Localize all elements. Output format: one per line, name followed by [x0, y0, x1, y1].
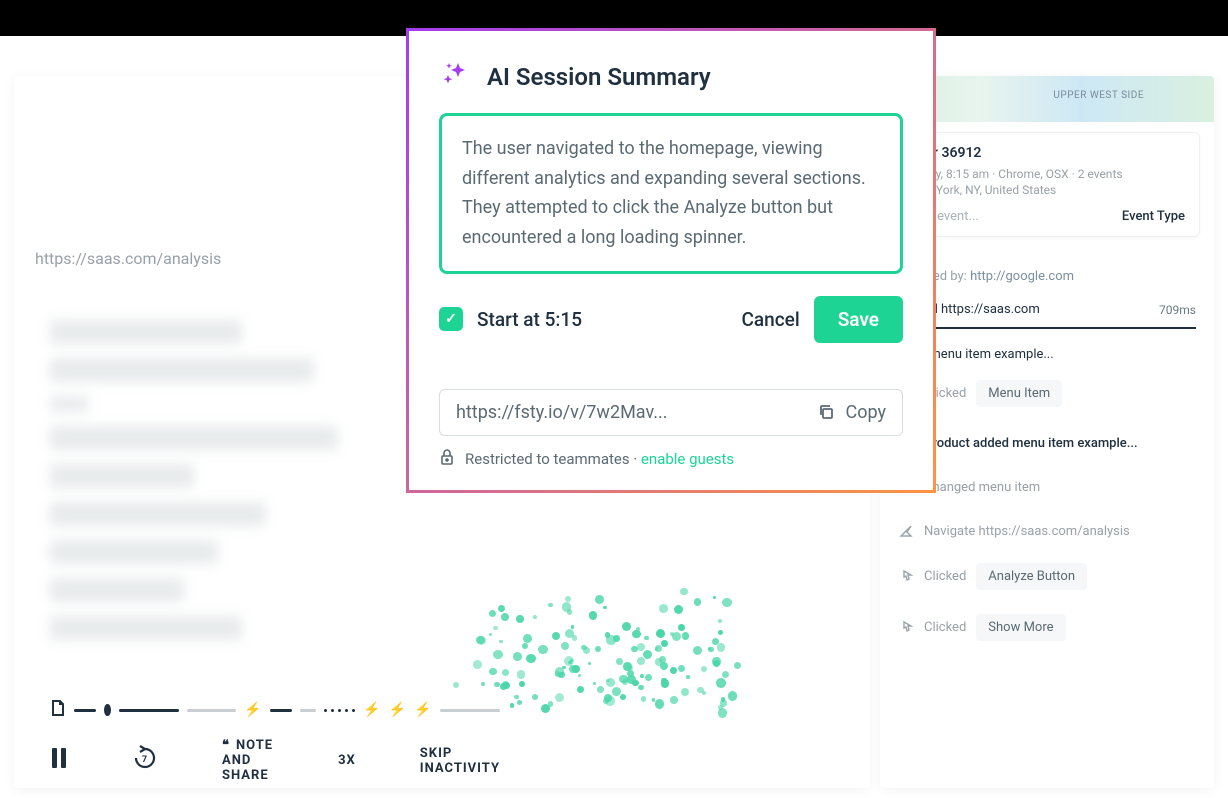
- page-marker-icon: [50, 699, 66, 721]
- skip-inactivity-button[interactable]: SKIP INACTIVITY: [420, 746, 500, 776]
- speed-control[interactable]: 3X: [338, 753, 356, 768]
- user-id: User 36912: [909, 145, 1185, 161]
- timeline[interactable]: ⚡ ⚡ ⚡ ⚡: [50, 696, 500, 724]
- show-more-pill: Show More: [976, 614, 1065, 641]
- event-product-added: Product added menu item example...: [898, 435, 1196, 451]
- click-icon: [898, 620, 914, 636]
- event-changed: Changed menu item: [898, 479, 1196, 495]
- copy-button[interactable]: Copy: [817, 402, 886, 423]
- event-menu-desc: Click menu item example...: [898, 347, 1196, 362]
- save-button[interactable]: Save: [814, 296, 903, 343]
- enable-guests-link[interactable]: enable guests: [641, 450, 734, 468]
- click-icon: [898, 569, 914, 585]
- event-search-input[interactable]: Find event...: [909, 209, 1110, 224]
- referrer-link[interactable]: http://google.com: [970, 269, 1074, 284]
- user-meta: Today, 8:15 am · Chrome, OSX · 2 events: [909, 167, 1185, 181]
- event-clicked-menu[interactable]: Clicked Menu Item: [898, 380, 1196, 407]
- bolt-icon: ⚡: [389, 702, 406, 718]
- event-clicked-analyze[interactable]: Clicked Analyze Button: [898, 563, 1196, 590]
- playback-controls: 7 ❝NOTE AND SHARE 3X SKIP INACTIVITY: [50, 738, 500, 783]
- bolt-icon: ⚡: [363, 702, 380, 718]
- playhead[interactable]: [104, 704, 111, 716]
- share-url[interactable]: https://fsty.io/v/7w2Mav...: [456, 402, 817, 423]
- event-duration: 709ms: [1159, 303, 1196, 317]
- lock-icon: [439, 448, 455, 470]
- user-location: New York, NY, United States: [909, 183, 1185, 197]
- event-visited: Visited https://saas.com 709ms: [898, 302, 1196, 317]
- pause-button[interactable]: [50, 747, 68, 774]
- svg-text:7: 7: [142, 755, 148, 765]
- event-type-filter[interactable]: Event Type: [1122, 209, 1185, 224]
- start-at-checkbox[interactable]: ✓: [439, 307, 463, 331]
- playback-bar: ⚡ ⚡ ⚡ ⚡ 7: [28, 682, 522, 788]
- rewind-button[interactable]: 7: [132, 745, 158, 776]
- copy-icon: [817, 403, 835, 421]
- menu-item-pill: Menu Item: [976, 380, 1062, 407]
- analyze-button-pill: Analyze Button: [976, 563, 1087, 590]
- event-show-more[interactable]: Clicked Show More: [898, 614, 1196, 641]
- user-card: User 36912 Today, 8:15 am · Chrome, OSX …: [894, 132, 1200, 237]
- cancel-button[interactable]: Cancel: [742, 308, 800, 331]
- page-url: https://saas.com/analysis: [35, 249, 221, 268]
- restriction-row: Restricted to teammates · enable guests: [439, 448, 903, 470]
- ai-summary-modal: AI Session Summary The user navigated to…: [406, 28, 936, 493]
- sparkle-icon: [439, 59, 471, 95]
- referred-by: Referred by: http://google.com: [898, 269, 1196, 284]
- share-url-row: https://fsty.io/v/7w2Mav... Copy: [439, 389, 903, 436]
- bolt-icon: ⚡: [244, 702, 261, 718]
- restricted-label: Restricted to teammates ·: [465, 450, 641, 468]
- bolt-icon: ⚡: [414, 702, 431, 718]
- note-and-share-button[interactable]: ❝NOTE AND SHARE: [222, 738, 274, 783]
- event-navigate: Navigate https://saas.com/analysis: [898, 523, 1196, 539]
- navigate-icon: [898, 523, 914, 539]
- map-label: UPPER WEST SIDE: [1053, 90, 1144, 101]
- summary-text[interactable]: The user navigated to the homepage, view…: [439, 113, 903, 274]
- modal-title: AI Session Summary: [487, 63, 711, 91]
- start-at-label: Start at 5:15: [477, 308, 582, 331]
